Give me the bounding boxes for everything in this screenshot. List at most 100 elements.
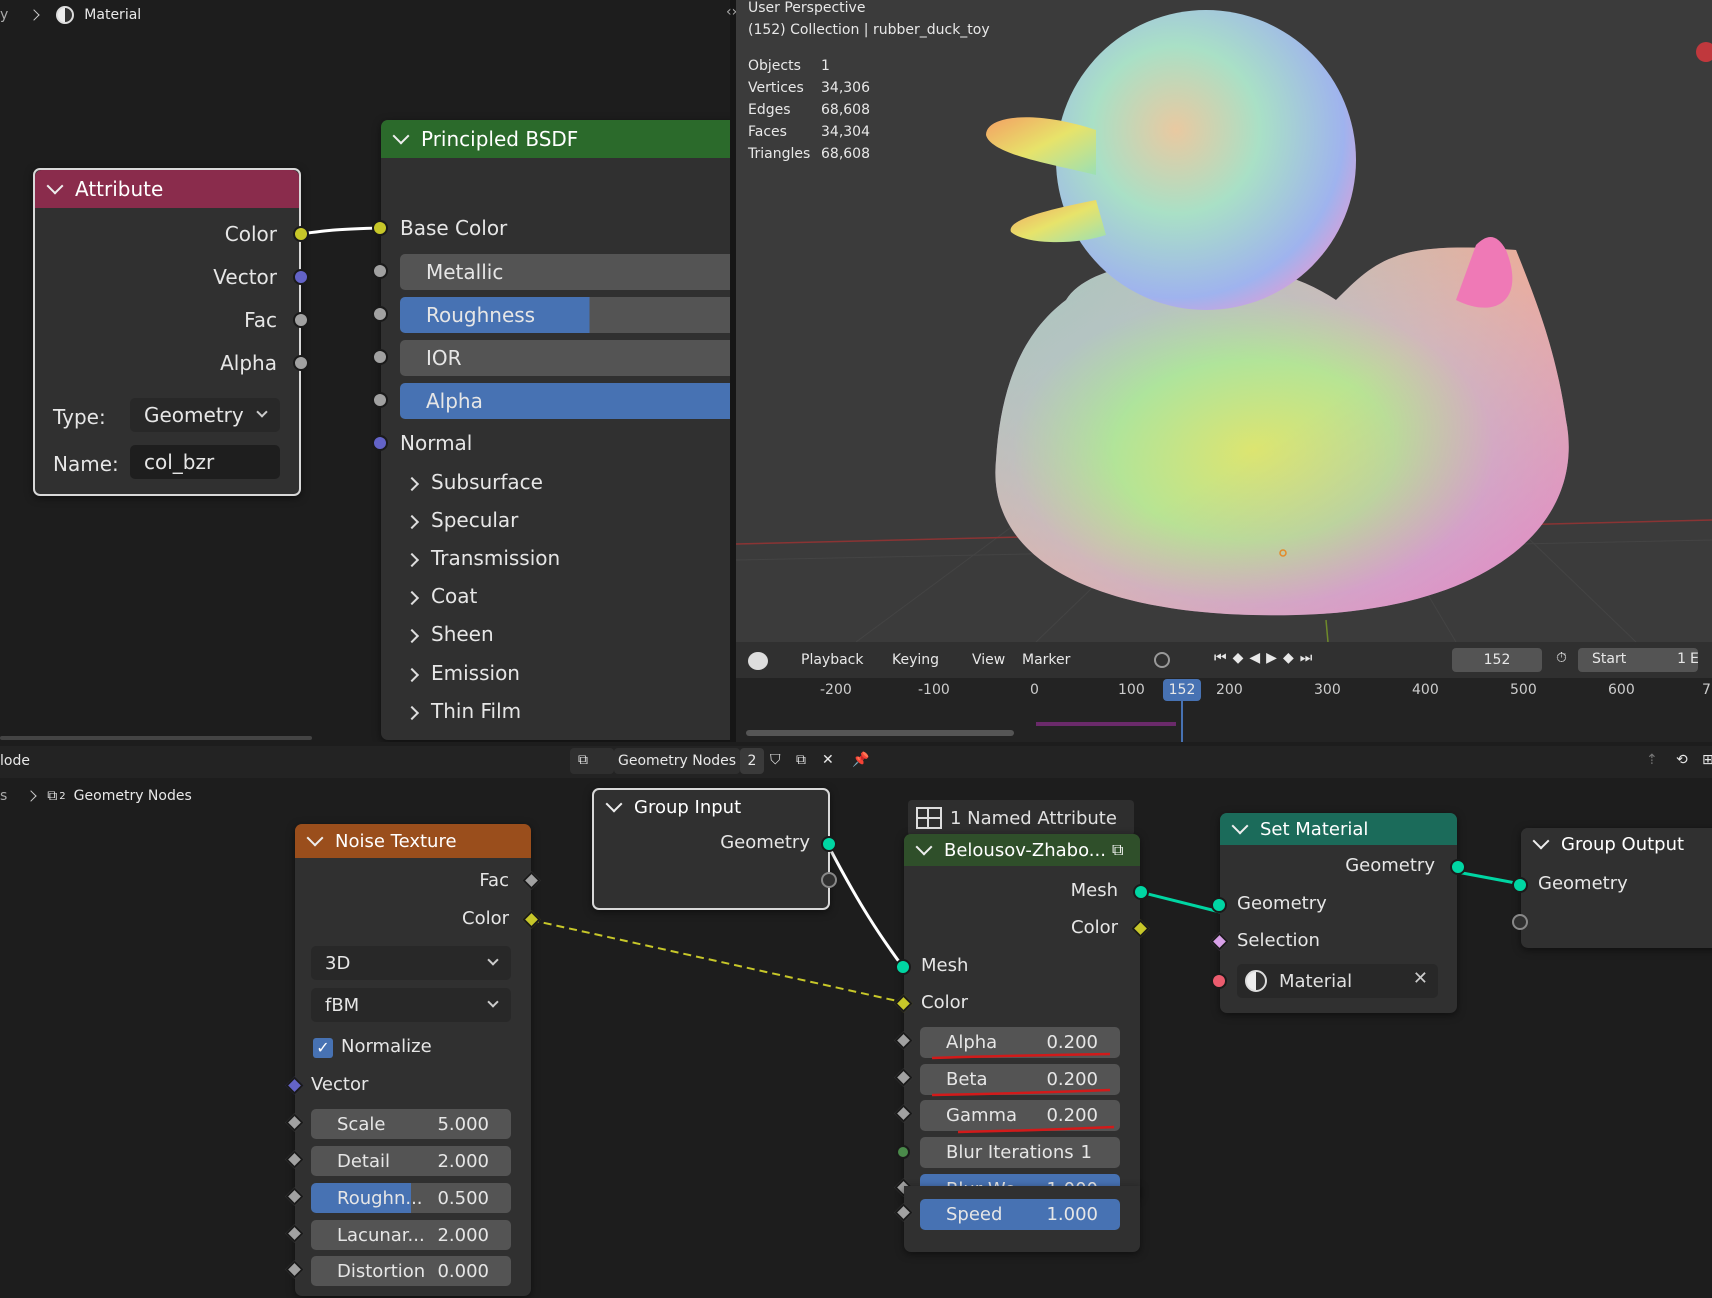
ruler-tick: -100 xyxy=(918,682,950,698)
group-output-header[interactable]: Group Output xyxy=(1521,828,1712,860)
noise-texture-node[interactable]: Noise Texture Fac Color 3D fBM ✓ Normali… xyxy=(285,824,541,1296)
group-input-header[interactable]: Group Input xyxy=(594,790,828,824)
group-input-node[interactable]: Group Input Geometry xyxy=(592,788,837,910)
roughness-field[interactable]: Roughn... 0.500 xyxy=(311,1183,511,1213)
group-input-title: Group Input xyxy=(634,796,742,818)
collapse-chevron-icon[interactable] xyxy=(392,127,410,145)
set-material-node[interactable]: Set Material Geometry Geometry Selection… xyxy=(1210,813,1466,1013)
start-frame-field[interactable]: Start 1 xyxy=(1578,648,1698,672)
group-output-node[interactable]: Group Output Geometry xyxy=(1512,828,1712,948)
output-alpha-socket[interactable] xyxy=(293,355,309,371)
belousov-zhabotinsky-node[interactable]: Belousov-Zhabo... ⧉ Mesh Color Mesh Colo… xyxy=(894,834,1150,1205)
attribute-node[interactable]: Attribute Color Vector Fac Alpha Type: G… xyxy=(33,168,309,496)
output-fac-socket[interactable] xyxy=(293,312,309,328)
collapse-chevron-icon[interactable] xyxy=(915,838,933,856)
alpha-field[interactable]: Alpha xyxy=(400,383,730,419)
bz-color-input-label: Color xyxy=(921,992,968,1013)
detail-field[interactable]: Detail 2.000 xyxy=(311,1146,511,1176)
metallic-socket[interactable] xyxy=(372,263,388,279)
normalize-checkbox[interactable]: ✓ xyxy=(313,1038,333,1058)
panel-transmission[interactable]: Transmission xyxy=(404,546,560,570)
base-color-socket[interactable] xyxy=(372,220,388,236)
name-input[interactable]: col_bzr xyxy=(130,445,280,479)
spreadsheet-icon xyxy=(916,807,942,829)
horizontal-scrollbar[interactable] xyxy=(0,736,312,740)
material-socket[interactable] xyxy=(1211,973,1227,989)
panel-sheen[interactable]: Sheen xyxy=(404,622,494,646)
set-material-geometry-input-socket[interactable] xyxy=(1211,897,1227,913)
stopwatch-icon[interactable]: ⏱ xyxy=(1556,650,1567,666)
timeline-scrollbar[interactable] xyxy=(746,730,1014,736)
output-color-socket[interactable] xyxy=(293,226,309,242)
alpha-socket[interactable] xyxy=(372,392,388,408)
prev-keyframe-icon: ◆ xyxy=(1232,650,1250,666)
playhead-marker[interactable]: 152 xyxy=(1163,679,1201,701)
group-output-virtual-socket[interactable] xyxy=(1512,914,1528,930)
bsdf-node-title: Principled BSDF xyxy=(421,127,579,151)
menu-playback[interactable]: Playback xyxy=(801,652,863,668)
bz-node-header[interactable]: Belousov-Zhabo... ⧉ xyxy=(904,834,1140,866)
geometry-node-editor[interactable]: lode ⧉ Geometry Nodes 2 ⛉ ⧉ ✕ 📌 ⇡ ⟲ ⊞ s … xyxy=(0,746,1712,1298)
set-material-geometry-output-socket[interactable] xyxy=(1450,859,1466,875)
ior-field[interactable]: IOR xyxy=(400,340,730,376)
shader-editor[interactable]: y Material Attribute Color Vector Fac Al… xyxy=(0,0,730,742)
playhead-line xyxy=(1181,701,1183,742)
name-value: col_bzr xyxy=(144,450,215,474)
named-attribute-frame[interactable]: 1 Named Attribute xyxy=(908,800,1134,836)
collapse-chevron-icon[interactable] xyxy=(46,177,64,195)
record-indicator xyxy=(1696,42,1712,62)
group-output-geometry-socket[interactable] xyxy=(1512,877,1528,893)
ior-socket[interactable] xyxy=(372,349,388,365)
panel-specular[interactable]: Specular xyxy=(404,508,518,532)
scale-field[interactable]: Scale 5.000 xyxy=(311,1109,511,1139)
menu-marker[interactable]: Marker xyxy=(1022,652,1070,668)
node-group-icon[interactable]: ⧉ xyxy=(1112,840,1123,860)
group-input-geometry-socket[interactable] xyxy=(821,836,837,852)
blur-iterations-socket[interactable] xyxy=(896,1145,910,1159)
distortion-field[interactable]: Distortion 0.000 xyxy=(311,1256,511,1286)
3d-viewport[interactable]: User Perspective (152) Collection | rubb… xyxy=(736,0,1712,642)
playback-controls[interactable]: ⏮◆◀▶◆⏭ xyxy=(1214,650,1318,666)
panel-subsurface[interactable]: Subsurface xyxy=(404,470,543,494)
speed-field[interactable]: Speed 1.000 xyxy=(920,1199,1120,1230)
auto-keying-icon[interactable] xyxy=(1154,652,1170,668)
collapse-chevron-icon[interactable] xyxy=(1231,817,1249,835)
material-selector[interactable]: Material ✕ xyxy=(1237,964,1438,998)
collapse-chevron-icon[interactable] xyxy=(306,829,324,847)
lacunarity-field[interactable]: Lacunar... 2.000 xyxy=(311,1220,511,1250)
panel-thin-film[interactable]: Thin Film xyxy=(404,699,521,723)
collapse-chevron-icon[interactable] xyxy=(605,795,623,813)
metallic-field[interactable]: Metallic xyxy=(400,254,730,290)
bz-mesh-output-socket[interactable] xyxy=(1133,884,1149,900)
collapse-chevron-icon[interactable] xyxy=(1532,832,1550,850)
menu-keying[interactable]: Keying xyxy=(892,652,939,668)
end-frame-cut[interactable]: E xyxy=(1690,651,1699,667)
principled-bsdf-node[interactable]: Principled BSDF Base Color Metallic Roug… xyxy=(372,120,730,740)
clear-material-icon[interactable]: ✕ xyxy=(1413,968,1428,989)
color-output-label: Color xyxy=(462,908,509,929)
roughness-field[interactable]: Roughness xyxy=(400,297,730,333)
roughness-socket[interactable] xyxy=(372,306,388,322)
type-dropdown[interactable]: Geometry xyxy=(130,398,280,432)
blur-iterations-field[interactable]: Blur Iterations 1 xyxy=(920,1137,1120,1168)
attribute-node-header[interactable]: Attribute xyxy=(35,170,299,208)
normal-socket[interactable] xyxy=(372,435,388,451)
output-vector-socket[interactable] xyxy=(293,269,309,285)
panel-coat[interactable]: Coat xyxy=(404,584,477,608)
current-frame-field[interactable]: 152 xyxy=(1452,648,1542,672)
timeline[interactable]: Playback Keying View Marker ⏮◆◀▶◆⏭ 152 ⏱… xyxy=(736,642,1712,742)
bz-mesh-input-socket[interactable] xyxy=(895,959,911,975)
noise-node-header[interactable]: Noise Texture xyxy=(295,824,531,858)
bz-mesh-input-label: Mesh xyxy=(921,955,969,976)
group-input-virtual-socket[interactable] xyxy=(821,872,837,888)
output-color-label: Color xyxy=(224,222,277,246)
menu-view[interactable]: View xyxy=(972,652,1005,668)
dimensions-dropdown[interactable]: 3D xyxy=(311,946,511,980)
type-label: Type: xyxy=(53,405,106,429)
noise-type-dropdown[interactable]: fBM xyxy=(311,988,511,1022)
frame-range-bar xyxy=(1036,722,1176,726)
editor-type-clock-icon[interactable] xyxy=(748,652,768,670)
bsdf-node-header[interactable]: Principled BSDF xyxy=(381,120,730,158)
panel-emission[interactable]: Emission xyxy=(404,661,520,685)
set-material-header[interactable]: Set Material xyxy=(1220,813,1457,845)
